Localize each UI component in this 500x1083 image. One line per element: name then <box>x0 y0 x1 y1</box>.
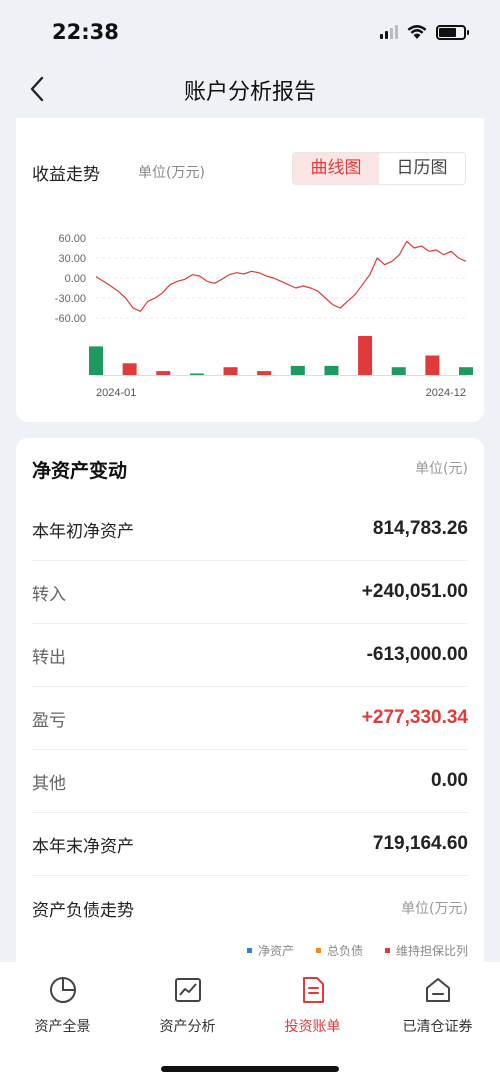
row-label: 其他 <box>32 773 66 794</box>
legend-swatch <box>246 948 252 953</box>
net-assets-header: 净资产变动 单位(元) <box>32 456 468 486</box>
legend-label: 总负债 <box>326 944 363 958</box>
tab-label: 资产全景 <box>34 1019 91 1035</box>
debt-trend-title: 资产负债走势 <box>32 901 134 921</box>
profit-trend-card: 收益走势 单位(万元) 曲线图 日历图 60.00 30.00 0.00 -30.00… <box>16 118 484 422</box>
status-time: 22:38 <box>52 20 119 44</box>
monthly-profit-bar <box>358 336 373 375</box>
monthly-profit-bar <box>290 365 305 375</box>
nav-bar: 账户分析报告 <box>0 62 500 116</box>
monthly-profit-bar <box>122 363 137 375</box>
legend-label: 维持担保比列 <box>395 944 468 958</box>
debt-trend-unit: 单位(万元) <box>401 901 468 917</box>
net-assets-card: 净资产变动 单位(元) 本年初净资产 814,783.26 转入 +240,05… <box>16 438 484 998</box>
net-assets-unit: 单位(元) <box>415 461 468 477</box>
battery-icon <box>436 24 469 40</box>
row-closing-net-assets: 本年末净资产 719,164.60 <box>32 813 468 876</box>
tab-label: 已清仓证券 <box>402 1019 473 1035</box>
row-label: 转入 <box>32 584 66 605</box>
legend-swatch <box>384 948 390 953</box>
bill-icon <box>302 977 324 1003</box>
tab-investment-bill[interactable]: 投资账单 <box>250 972 375 1036</box>
monthly-profit-bar <box>324 365 339 375</box>
monthly-profit-bar <box>189 373 204 375</box>
x-tick-label-start: 2024-01 <box>96 387 136 399</box>
tab-calendar-chart[interactable]: 日历图 <box>379 153 465 184</box>
pie-chart-icon <box>49 977 76 1003</box>
cleared-house-icon <box>425 978 450 1002</box>
page-title: 账户分析报告 <box>183 80 316 105</box>
chart-view-toggle: 曲线图 日历图 <box>292 152 466 185</box>
tab-label: 资产分析 <box>159 1019 216 1035</box>
row-value: +277,330.34 <box>361 707 468 728</box>
monthly-profit-bar <box>223 367 238 375</box>
row-transfer-out: 转出 -613,000.00 <box>32 624 468 687</box>
row-value: +240,051.00 <box>361 581 468 602</box>
row-profit-loss: 盈亏 +277,330.34 <box>32 687 468 750</box>
legend-net-assets[interactable]: 净资产 <box>246 942 294 959</box>
row-value: 719,164.60 <box>372 833 468 854</box>
y-tick-label: 30.00 <box>58 253 86 265</box>
profit-series-line <box>95 240 467 312</box>
home-indicator <box>161 1066 339 1072</box>
status-bar: 22:38 <box>0 0 500 62</box>
row-label: 本年末净资产 <box>32 836 134 857</box>
profit-trend-title: 收益走势 <box>32 165 100 185</box>
legend-total-debt[interactable]: 总负债 <box>315 942 363 959</box>
cellular-signal-icon <box>380 25 398 39</box>
x-tick-label-end: 2024-12 <box>426 387 466 399</box>
y-tick-label: 0.00 <box>65 273 86 285</box>
profit-trend-chart: 60.00 30.00 0.00 -30.00 -60.00 2024-01 2024-12 <box>55 233 473 399</box>
tab-curve-chart[interactable]: 曲线图 <box>293 153 379 184</box>
y-tick-label: -60.00 <box>55 313 86 325</box>
wifi-icon <box>407 25 427 39</box>
profit-trend-unit: 单位(万元) <box>138 165 205 181</box>
y-tick-label: -30.00 <box>55 293 86 305</box>
monthly-profit-bar <box>459 367 473 375</box>
tab-label: 投资账单 <box>284 1019 341 1035</box>
net-assets-title: 净资产变动 <box>32 460 128 482</box>
legend-label: 净资产 <box>257 944 294 958</box>
monthly-profit-bar <box>89 346 103 375</box>
monthly-profit-bar <box>391 367 406 375</box>
row-label: 转出 <box>32 647 66 668</box>
row-value: 814,783.26 <box>372 518 468 539</box>
row-transfer-in: 转入 +240,051.00 <box>32 561 468 624</box>
row-opening-net-assets: 本年初净资产 814,783.26 <box>32 498 468 561</box>
profit-trend-header: 收益走势 单位(万元) 曲线图 日历图 <box>32 152 468 188</box>
tab-cleared-securities[interactable]: 已清仓证券 <box>375 972 500 1036</box>
y-tick-label: 60.00 <box>58 233 86 245</box>
legend-maintenance-ratio[interactable]: 维持担保比列 <box>384 942 468 959</box>
row-value: -613,000.00 <box>366 644 468 665</box>
monthly-profit-bar <box>257 371 272 375</box>
legend-swatch <box>315 948 321 953</box>
row-value: 0.00 <box>431 770 468 791</box>
row-label: 盈亏 <box>32 710 66 731</box>
monthly-profit-bar <box>156 371 171 375</box>
trend-chart-icon <box>174 978 201 1002</box>
row-other: 其他 0.00 <box>32 750 468 813</box>
tab-asset-analysis[interactable]: 资产分析 <box>125 972 250 1036</box>
monthly-profit-bar <box>425 355 440 375</box>
tab-asset-overview[interactable]: 资产全景 <box>0 972 125 1036</box>
status-icons <box>380 24 469 40</box>
row-label: 本年初净资产 <box>32 521 134 542</box>
debt-trend-header: 资产负债走势 单位(万元) <box>32 896 468 926</box>
debt-trend-legend: 净资产 总负债 维持担保比列 <box>246 942 468 959</box>
bottom-tab-bar: 资产全景 资产分析 投资账单 已清仓证券 <box>0 962 500 1083</box>
